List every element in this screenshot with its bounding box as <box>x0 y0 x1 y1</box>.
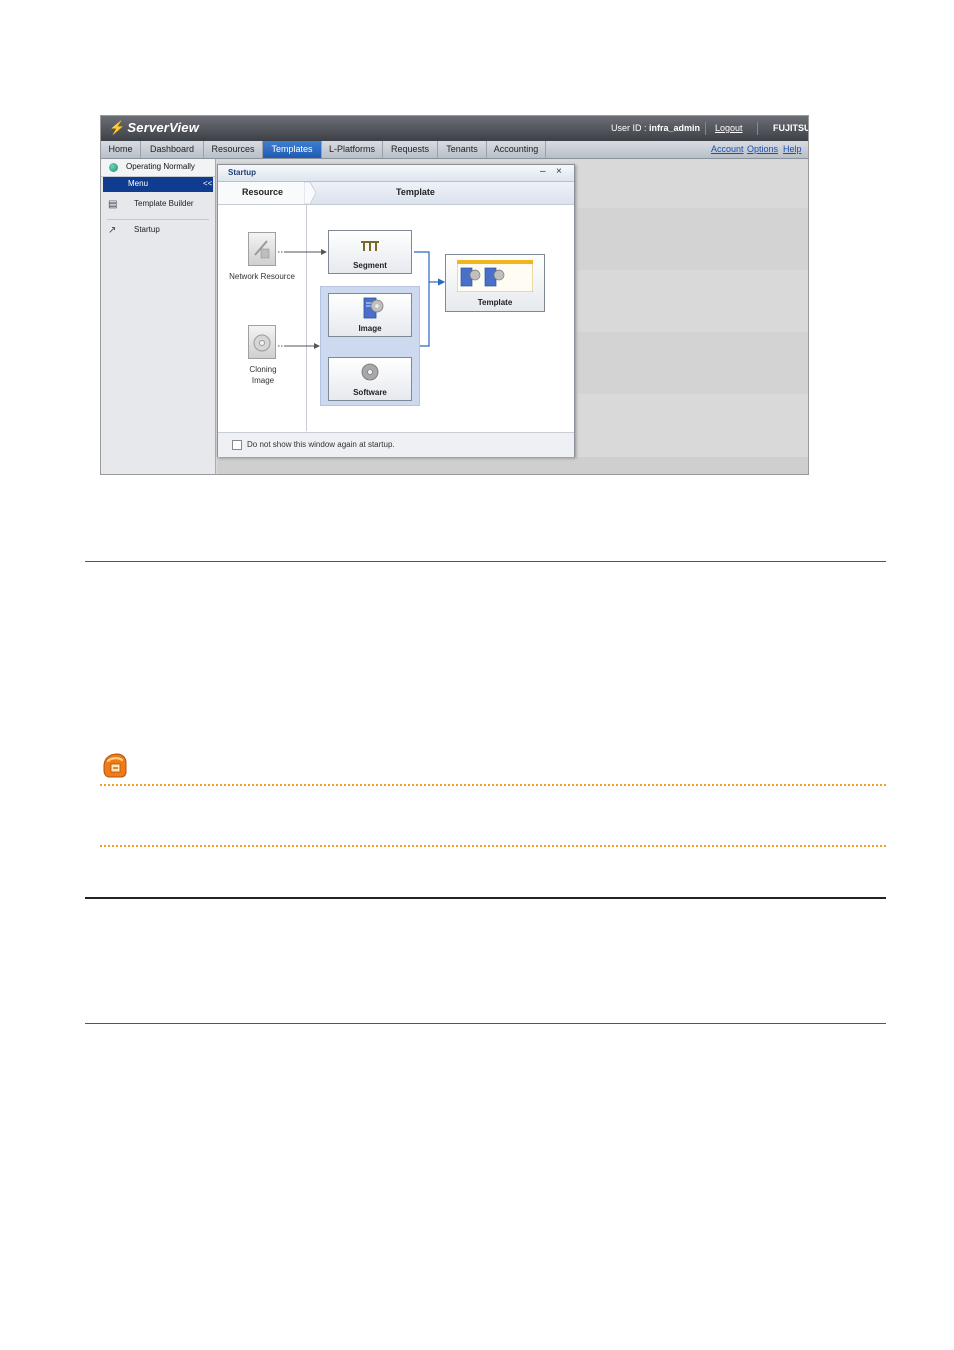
background-stripe <box>577 332 808 394</box>
serverview-logo-icon: ⚡ <box>109 120 126 135</box>
left-pane: Operating Normally Menu << ▤ Template Bu… <box>101 159 216 474</box>
note-icon <box>103 753 127 778</box>
account-link[interactable]: Account <box>711 144 744 154</box>
status-bar: Operating Normally <box>101 159 215 177</box>
status-text: Operating Normally <box>126 162 195 171</box>
image-box[interactable]: Image <box>328 293 412 337</box>
image-label: Image <box>358 324 382 333</box>
header-separator <box>757 122 758 135</box>
software-disc-icon <box>361 363 379 381</box>
background-stripe <box>577 208 808 270</box>
template-box[interactable]: Template <box>445 254 545 312</box>
background-footer <box>217 457 808 474</box>
screenshot-frame: ⚡ ServerView User ID : infra_admin Logout… <box>100 115 809 475</box>
user-id: User ID : infra_admin <box>611 123 701 133</box>
image-icon <box>363 297 384 319</box>
segment-box[interactable]: Segment <box>328 230 412 274</box>
tab-accounting[interactable]: Accounting <box>487 141 546 158</box>
tab-requests[interactable]: Requests <box>383 141 438 158</box>
fujitsu-logo: FUJITSU <box>773 123 809 133</box>
logout-link[interactable]: Logout <box>715 123 743 133</box>
header-separator <box>705 122 706 135</box>
tab-dashboard[interactable]: Dashboard <box>141 141 204 158</box>
software-box[interactable]: Software <box>328 357 412 401</box>
sidebar-item-label: Startup <box>134 225 160 234</box>
menu-header-label: Menu <box>128 179 149 188</box>
segment-icon <box>361 241 379 251</box>
tab-tenants[interactable]: Tenants <box>438 141 487 158</box>
template-label: Template <box>477 298 513 307</box>
section-rule <box>85 561 886 562</box>
note-top-rule <box>100 784 886 786</box>
dialog-footer: Do not show this window again at startup… <box>218 432 574 457</box>
dont-show-again-label: Do not show this window again at startup… <box>247 440 395 449</box>
status-ok-icon <box>109 163 118 172</box>
menu-header: Menu << <box>103 177 213 192</box>
startup-icon: ↗ <box>108 225 117 236</box>
tab-bar: Home Dashboard Resources Templates L-Pla… <box>101 141 808 159</box>
section-rule <box>85 897 886 899</box>
sidebar-item-template-builder[interactable]: ▤ Template Builder <box>101 194 215 218</box>
tab-resources[interactable]: Resources <box>204 141 263 158</box>
template-icon <box>457 260 533 292</box>
serverview-logo: ⚡ ServerView <box>109 120 200 135</box>
tab-home[interactable]: Home <box>101 141 141 158</box>
help-link[interactable]: Help <box>783 144 802 154</box>
title-bar: ⚡ ServerView User ID : infra_admin Logout… <box>101 116 808 141</box>
startup-dialog: Startup – × Resource Template Network Re… <box>217 164 575 457</box>
dont-show-again-checkbox[interactable] <box>232 440 242 450</box>
sidebar-item-startup[interactable]: ↗ Startup <box>101 220 215 244</box>
tab-templates[interactable]: Templates <box>263 141 322 158</box>
sidebar-item-label: Template Builder <box>134 199 194 208</box>
tab-l-platforms[interactable]: L-Platforms <box>322 141 383 158</box>
collapse-menu-button[interactable]: << <box>203 179 212 188</box>
segment-label: Segment <box>353 261 387 270</box>
section-rule <box>85 1023 886 1024</box>
template-builder-icon: ▤ <box>108 199 118 210</box>
options-link[interactable]: Options <box>747 144 778 154</box>
note-bottom-rule <box>100 845 886 847</box>
software-label: Software <box>353 388 387 397</box>
